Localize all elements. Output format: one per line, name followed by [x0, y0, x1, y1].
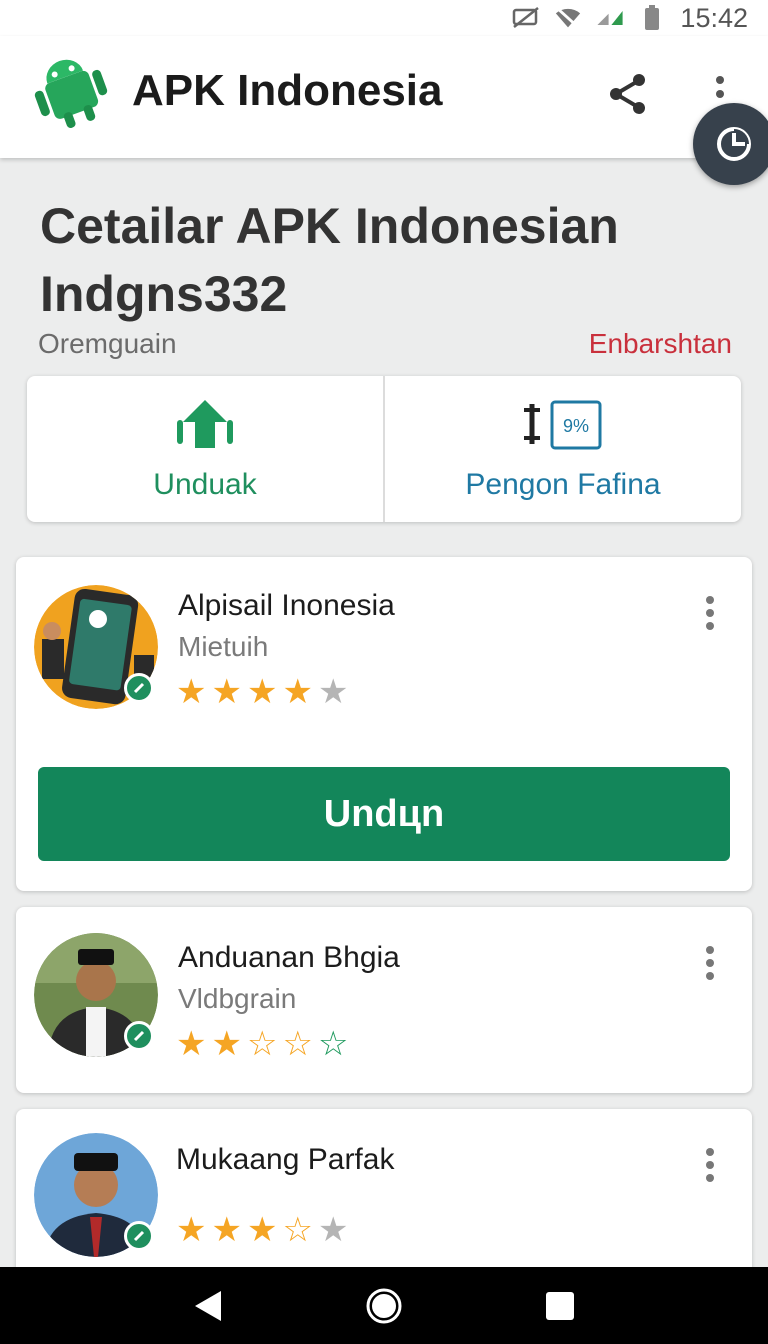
wifi-icon [554, 6, 582, 30]
subtitle-left: Oremguain [38, 328, 177, 359]
card-subtitle: Vldbgrain [178, 983, 297, 1014]
star-rating: ★ ★ ★ ★ ★ [176, 675, 348, 709]
verified-icon [124, 1021, 154, 1051]
star-icon: ★ [246, 672, 278, 712]
star-icon: ★ [282, 672, 313, 712]
card-title: Mukaang Parfak [176, 1143, 395, 1176]
star-icon: ★ [176, 1024, 207, 1064]
star-icon: ★ [176, 1210, 207, 1250]
percent-badge-text: 9% [563, 416, 589, 436]
more-vert-icon[interactable] [702, 595, 718, 635]
page-title-line2: Indgns332 [40, 266, 288, 322]
clock-icon [717, 127, 751, 161]
star-outline-icon: ☆ [282, 1024, 313, 1064]
avatar [34, 933, 158, 1057]
page-title: Cetailar APK Indonesian Indgns332 [40, 192, 700, 328]
app-card[interactable]: Alpisail Inonesia Mietuih ★ ★ ★ ★ ★ Undц… [16, 557, 752, 891]
app-card[interactable]: Anduanan Bhgia Vldbgrain ★ ★ ☆ ☆ ☆ [16, 907, 752, 1093]
status-bar: 15:42 [0, 0, 768, 36]
download-action-label: Unduak [153, 468, 257, 501]
star-rating: ★ ★ ☆ ☆ ☆ [176, 1027, 348, 1061]
more-vert-icon[interactable] [702, 945, 718, 985]
download-button[interactable]: Undцn [38, 767, 730, 861]
star-icon: ★ [317, 1210, 349, 1250]
clock-fab-button[interactable] [693, 103, 768, 185]
star-icon: ★ [176, 672, 207, 712]
share-icon[interactable] [604, 70, 652, 118]
signal-icon [596, 6, 624, 30]
star-outline-icon: ☆ [282, 1210, 313, 1250]
star-icon: ★ [211, 672, 242, 712]
recents-icon[interactable] [538, 1284, 582, 1328]
star-rating: ★ ★ ★ ☆ ★ [176, 1213, 348, 1247]
star-icon: ★ [246, 1210, 278, 1250]
avatar [34, 1133, 158, 1257]
app-bar: APK Indonesia [0, 36, 768, 158]
download-action-button[interactable]: Unduak [27, 376, 383, 522]
battery-icon [638, 5, 666, 30]
navigation-bar [0, 1267, 768, 1344]
action-row: Unduak 9% Pengon Fafina [27, 376, 741, 522]
no-sim-icon [512, 6, 540, 30]
subtitle-right-link[interactable]: Enbarshtan [589, 328, 732, 360]
home-icon[interactable] [362, 1284, 406, 1328]
app-card[interactable]: Mukaang Parfak ★ ★ ★ ☆ ★ [16, 1109, 752, 1279]
verified-icon [124, 673, 154, 703]
page-title-line1: Cetailar APK Indonesian [40, 198, 619, 254]
download-icon [175, 398, 235, 454]
back-icon[interactable] [186, 1284, 230, 1328]
star-icon: ★ [211, 1024, 242, 1064]
card-title: Alpisail Inonesia [178, 589, 395, 622]
card-subtitle: Mietuih [178, 631, 269, 662]
star-outline-icon: ☆ [317, 1024, 349, 1064]
avatar [34, 585, 158, 709]
star-icon: ★ [317, 672, 349, 712]
percent-icon: 9% [518, 398, 608, 454]
star-outline-icon: ☆ [246, 1024, 278, 1064]
percent-action-label: Pengon Fafina [465, 468, 661, 501]
android-logo-icon [30, 52, 112, 134]
percent-action-button[interactable]: 9% Pengon Fafina [383, 376, 741, 522]
app-title: APK Indonesia [132, 66, 443, 115]
more-vert-icon[interactable] [702, 1147, 718, 1187]
status-time: 15:42 [680, 2, 748, 33]
verified-icon [124, 1221, 154, 1251]
star-icon: ★ [211, 1210, 242, 1250]
card-title: Anduanan Bhgia [178, 941, 400, 974]
